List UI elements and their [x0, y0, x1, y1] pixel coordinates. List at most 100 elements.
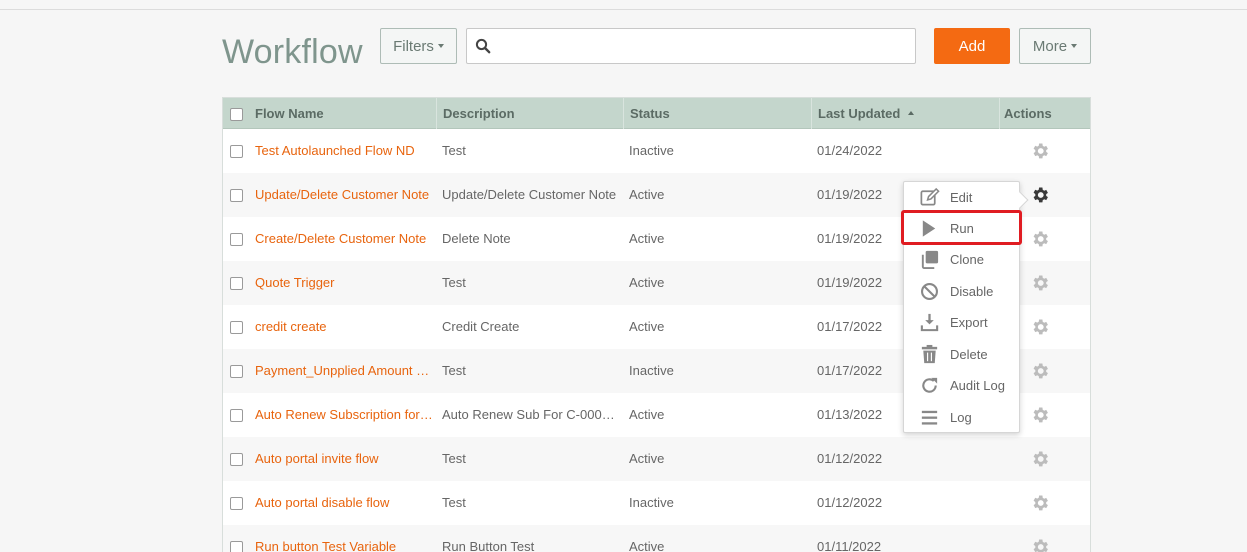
flow-name-link[interactable]: Auto portal invite flow: [255, 437, 435, 481]
refresh-icon: [922, 377, 938, 393]
flow-name-link[interactable]: Quote Trigger: [255, 261, 435, 305]
table-header: Flow Name Description Status Last Update…: [223, 98, 1090, 129]
sort-ascending-icon: [907, 110, 914, 115]
menu-item-log[interactable]: Log: [904, 402, 1019, 433]
flow-last-updated: 01/24/2022: [817, 143, 883, 158]
chevron-down-icon: [1071, 44, 1078, 48]
flow-description: Test: [442, 275, 466, 290]
row-checkbox[interactable]: [230, 541, 243, 552]
flow-name-link[interactable]: Create/Delete Customer Note: [255, 217, 435, 261]
flow-last-updated: 01/12/2022: [817, 451, 883, 466]
flow-status: Inactive: [629, 495, 674, 510]
flow-name-link[interactable]: Test Autolaunched Flow ND: [255, 129, 435, 173]
page-title: Workflow: [222, 33, 363, 71]
disable-icon: [921, 283, 938, 300]
select-all-checkbox[interactable]: [230, 108, 243, 121]
gear-icon[interactable]: [1030, 273, 1050, 293]
flow-description: Test: [442, 363, 466, 378]
flow-name-link[interactable]: Run button Test Variable: [255, 525, 435, 552]
menu-item-audit-log[interactable]: Audit Log: [904, 370, 1019, 401]
column-header-last-updated[interactable]: Last Updated: [812, 98, 1000, 129]
gear-icon[interactable]: [1030, 185, 1050, 205]
flow-description: Update/Delete Customer Note: [442, 187, 617, 202]
header-select-all-cell: [223, 98, 249, 129]
flow-description: Credit Create: [442, 319, 520, 334]
top-border: [0, 0, 1247, 10]
flow-description: Test: [442, 451, 466, 466]
flow-description: Test: [442, 495, 466, 510]
menu-label-delete: Delete: [950, 347, 988, 362]
flow-status: Active: [629, 319, 665, 334]
menu-label-log: Log: [950, 410, 972, 425]
gear-icon[interactable]: [1030, 141, 1050, 161]
menu-item-delete[interactable]: Delete: [904, 339, 1019, 370]
gear-icon[interactable]: [1030, 537, 1050, 552]
row-checkbox[interactable]: [230, 233, 243, 246]
flow-name-link[interactable]: Auto Renew Subscription for C-000611: [255, 393, 435, 437]
menu-item-export[interactable]: Export: [904, 307, 1019, 338]
flow-status: Inactive: [629, 143, 674, 158]
flow-description: Test: [442, 143, 466, 158]
row-checkbox[interactable]: [230, 497, 243, 510]
search-box[interactable]: [466, 28, 916, 64]
add-label: Add: [958, 37, 986, 55]
menu-item-disable[interactable]: Disable: [904, 276, 1019, 307]
gear-icon[interactable]: [1030, 493, 1050, 513]
row-checkbox[interactable]: [230, 189, 243, 202]
menu-label-export: Export: [950, 315, 988, 330]
menu-label-clone: Clone: [950, 252, 984, 267]
edit-icon: [920, 187, 940, 206]
table-row: Auto portal invite flow Test Active 01/1…: [223, 437, 1090, 481]
flow-status: Active: [629, 451, 665, 466]
flow-name-link[interactable]: Update/Delete Customer Note: [255, 173, 435, 217]
trash-icon: [921, 344, 938, 364]
table-row: Test Autolaunched Flow ND Test Inactive …: [223, 129, 1090, 173]
search-input[interactable]: [497, 31, 909, 61]
row-checkbox[interactable]: [230, 321, 243, 334]
row-checkbox[interactable]: [230, 145, 243, 158]
menu-label-disable: Disable: [950, 284, 994, 299]
gear-icon[interactable]: [1030, 317, 1050, 337]
flow-description: Auto Renew Sub For C-000611: [442, 407, 620, 422]
flow-name-link[interactable]: credit create: [255, 305, 435, 349]
column-header-status[interactable]: Status: [624, 98, 812, 129]
flow-status: Active: [629, 407, 665, 422]
row-checkbox[interactable]: [230, 277, 243, 290]
flow-status: Active: [629, 539, 665, 552]
more-label: More: [1032, 37, 1068, 55]
chevron-down-icon: [437, 44, 444, 48]
more-button[interactable]: More: [1019, 28, 1091, 64]
last-updated-label: Last Updated: [818, 106, 901, 121]
run-highlight-box: [901, 210, 1022, 245]
menu-label-audit-log: Audit Log: [950, 378, 1005, 393]
column-header-flow-name[interactable]: Flow Name: [249, 98, 437, 129]
flow-status: Active: [629, 275, 665, 290]
filters-button[interactable]: Filters: [380, 28, 457, 64]
menu-item-edit[interactable]: Edit: [904, 182, 1019, 213]
menu-label-edit: Edit: [950, 190, 973, 205]
gear-icon[interactable]: [1030, 361, 1050, 381]
add-button[interactable]: Add: [934, 28, 1010, 64]
list-icon: [921, 410, 938, 425]
table-row: Run button Test Variable Run Button Test…: [223, 525, 1090, 552]
search-icon: [475, 38, 491, 54]
row-checkbox[interactable]: [230, 453, 243, 466]
gear-icon[interactable]: [1030, 229, 1050, 249]
flow-description: Run Button Test: [442, 539, 535, 552]
flow-name-link[interactable]: Auto portal disable flow: [255, 481, 435, 525]
row-checkbox[interactable]: [230, 409, 243, 422]
flow-status: Inactive: [629, 363, 674, 378]
row-checkbox[interactable]: [230, 365, 243, 378]
flow-name-link[interactable]: Payment_Unpplied Amount Flow: [255, 349, 435, 393]
column-header-actions: Actions: [1004, 106, 1052, 121]
flow-last-updated: 01/11/2022: [817, 539, 882, 552]
export-icon: [920, 313, 939, 332]
flow-description: Delete Note: [442, 231, 511, 246]
gear-icon[interactable]: [1030, 405, 1050, 425]
filters-label: Filters: [393, 37, 434, 55]
column-header-description[interactable]: Description: [437, 98, 624, 129]
menu-item-clone[interactable]: Clone: [904, 244, 1019, 275]
table-row: Auto portal disable flow Test Inactive 0…: [223, 481, 1090, 525]
gear-icon[interactable]: [1030, 449, 1050, 469]
flow-status: Active: [629, 187, 665, 202]
